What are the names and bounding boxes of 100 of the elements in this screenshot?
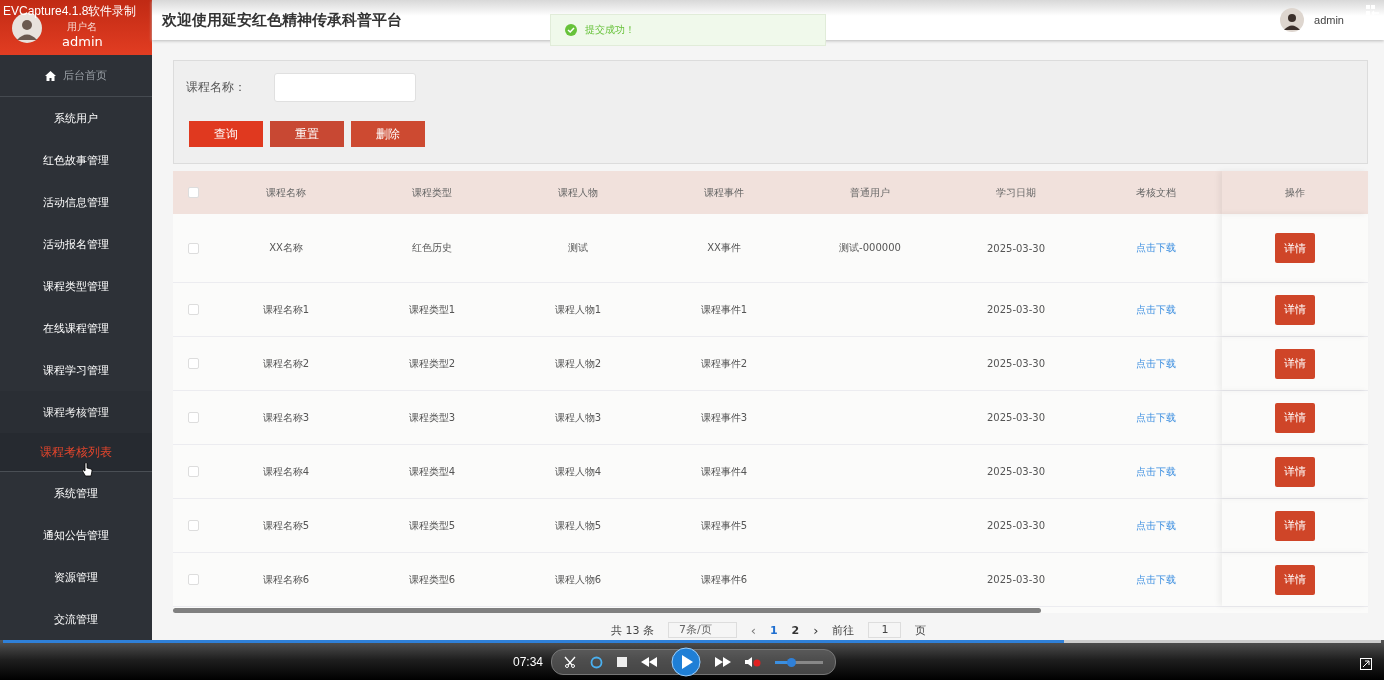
table-cell-text: 课程名称4 <box>261 464 311 479</box>
menu-item[interactable]: 活动信息管理 <box>0 181 152 223</box>
menu-item[interactable]: 在线课程管理 <box>0 307 152 349</box>
row-checkbox[interactable] <box>187 358 199 369</box>
toast-message: 提交成功！ <box>585 23 635 37</box>
download-link[interactable]: 点击下载 <box>1135 303 1176 315</box>
row-checkbox[interactable] <box>187 520 199 531</box>
table-cell-text: 课程事件5 <box>699 518 749 533</box>
table-cell-text: 课程类型6 <box>407 572 457 587</box>
menu-item[interactable]: 活动报名管理 <box>0 223 152 265</box>
avatar-icon <box>1280 8 1305 32</box>
table-cell-text: 课程名称5 <box>261 518 311 533</box>
total-count: 共 13 条 <box>611 622 654 638</box>
field-label: 课程名称： <box>186 79 247 96</box>
user-name: admin <box>62 34 103 49</box>
detail-button[interactable]: 详情 <box>1275 402 1315 433</box>
table-cell-text: 2025-03-30 <box>985 466 1047 477</box>
table-cell-text: 课程名称3 <box>261 410 311 425</box>
table-cell-text: 课程事件1 <box>699 302 749 317</box>
page-number[interactable]: 2 <box>791 623 800 637</box>
fast-forward-icon[interactable] <box>715 657 732 667</box>
row-checkbox[interactable] <box>187 242 199 254</box>
scissors-icon[interactable] <box>564 656 577 668</box>
detail-button[interactable]: 详情 <box>1275 233 1315 263</box>
select-all-checkbox[interactable] <box>187 187 199 198</box>
row-checkbox[interactable] <box>187 412 199 423</box>
column-header: 课程事件 <box>703 185 745 200</box>
action-button[interactable]: 重置 <box>270 121 344 147</box>
popout-icon[interactable] <box>1360 658 1372 670</box>
table-cell-text: 课程名称1 <box>261 302 311 317</box>
goto-page-field[interactable]: 1 <box>868 622 902 638</box>
table-cell-text: 2025-03-30 <box>985 358 1047 369</box>
column-header: 学习日期 <box>995 185 1037 200</box>
volume-slider[interactable] <box>775 660 824 664</box>
table-cell-text: 课程类型2 <box>407 356 457 371</box>
table-cell-text: XX事件 <box>706 241 742 255</box>
course-name-field[interactable] <box>274 73 416 102</box>
hand-cursor-icon <box>82 462 93 477</box>
menu-item[interactable]: 资源管理 <box>0 556 152 598</box>
home-icon <box>45 70 56 81</box>
horizontal-scrollbar[interactable] <box>173 608 1041 613</box>
table-cell-text: 2025-03-30 <box>985 574 1047 585</box>
row-checkbox[interactable] <box>187 304 199 315</box>
menu-item[interactable]: 通知公告管理 <box>0 514 152 556</box>
download-link[interactable]: 点击下载 <box>1135 411 1176 423</box>
playback-time: 07:34 <box>513 655 544 669</box>
download-link[interactable]: 点击下载 <box>1135 357 1176 369</box>
action-button[interactable]: 删除 <box>351 121 425 147</box>
table-cell-text: 课程类型4 <box>407 464 457 479</box>
menu-item[interactable]: 红色故事管理 <box>0 139 152 181</box>
home-link[interactable]: 后台首页 <box>0 55 152 97</box>
table-cell-text: 测试-000000 <box>838 241 902 255</box>
table-cell-text: 课程人物1 <box>553 302 603 317</box>
table-cell-text: 测试 <box>567 241 589 255</box>
site-title: 欢迎使用延安红色精神传承科普平台 <box>162 10 402 30</box>
table-cell-text: 课程名称2 <box>261 356 311 371</box>
menu-item[interactable]: 系统管理 <box>0 472 152 514</box>
download-link[interactable]: 点击下载 <box>1135 242 1176 253</box>
table-cell-text: 课程类型5 <box>407 518 457 533</box>
menu-item[interactable]: 课程学习管理 <box>0 349 152 391</box>
detail-button[interactable]: 详情 <box>1275 348 1315 379</box>
user-label: 用户名 <box>67 20 98 34</box>
action-button[interactable]: 查询 <box>189 121 263 147</box>
prev-page-arrow[interactable]: ‹ <box>750 622 756 638</box>
menu-item[interactable]: 课程类型管理 <box>0 265 152 307</box>
download-link[interactable]: 点击下载 <box>1135 573 1176 585</box>
column-header: 考核文档 <box>1134 185 1177 200</box>
menu-item[interactable]: 交流管理 <box>0 598 152 640</box>
menu-item[interactable]: 系统用户 <box>0 97 152 139</box>
page-suffix: 页 <box>915 622 927 638</box>
detail-button[interactable]: 详情 <box>1275 294 1315 325</box>
table-cell-text: 2025-03-30 <box>985 304 1047 315</box>
table-cell-text: 课程名称6 <box>261 572 311 587</box>
page-size-select[interactable]: 7条/页 <box>668 622 737 638</box>
table-cell-text: 课程事件2 <box>699 356 749 371</box>
table-cell-text: 课程人物2 <box>553 356 603 371</box>
table-cell-text: 课程事件6 <box>699 572 749 587</box>
row-checkbox[interactable] <box>187 466 199 477</box>
detail-button[interactable]: 详情 <box>1275 510 1315 541</box>
table-cell-text: 课程类型3 <box>407 410 457 425</box>
table-cell-text: 课程事件3 <box>699 410 749 425</box>
column-header: 操作 <box>1222 171 1368 214</box>
play-icon[interactable] <box>671 647 702 677</box>
page-number[interactable]: 1 <box>769 623 778 637</box>
table-cell-text: XX名称 <box>268 241 304 255</box>
submenu-item[interactable]: 课程考核列表 <box>0 433 152 472</box>
rewind-icon[interactable] <box>641 657 658 667</box>
home-label: 后台首页 <box>63 68 107 83</box>
download-link[interactable]: 点击下载 <box>1135 465 1176 477</box>
detail-button[interactable]: 详情 <box>1275 456 1315 487</box>
stop-icon[interactable] <box>617 657 628 667</box>
download-link[interactable]: 点击下载 <box>1135 519 1176 531</box>
next-page-arrow[interactable]: › <box>813 622 819 638</box>
column-header: 普通用户 <box>849 185 891 200</box>
table-cell-text: 2025-03-30 <box>985 520 1047 531</box>
detail-button[interactable]: 详情 <box>1275 564 1315 595</box>
row-checkbox[interactable] <box>187 574 199 585</box>
check-icon <box>565 24 577 36</box>
mute-icon[interactable] <box>745 656 762 668</box>
table-cell-text: 红色历史 <box>411 241 453 255</box>
